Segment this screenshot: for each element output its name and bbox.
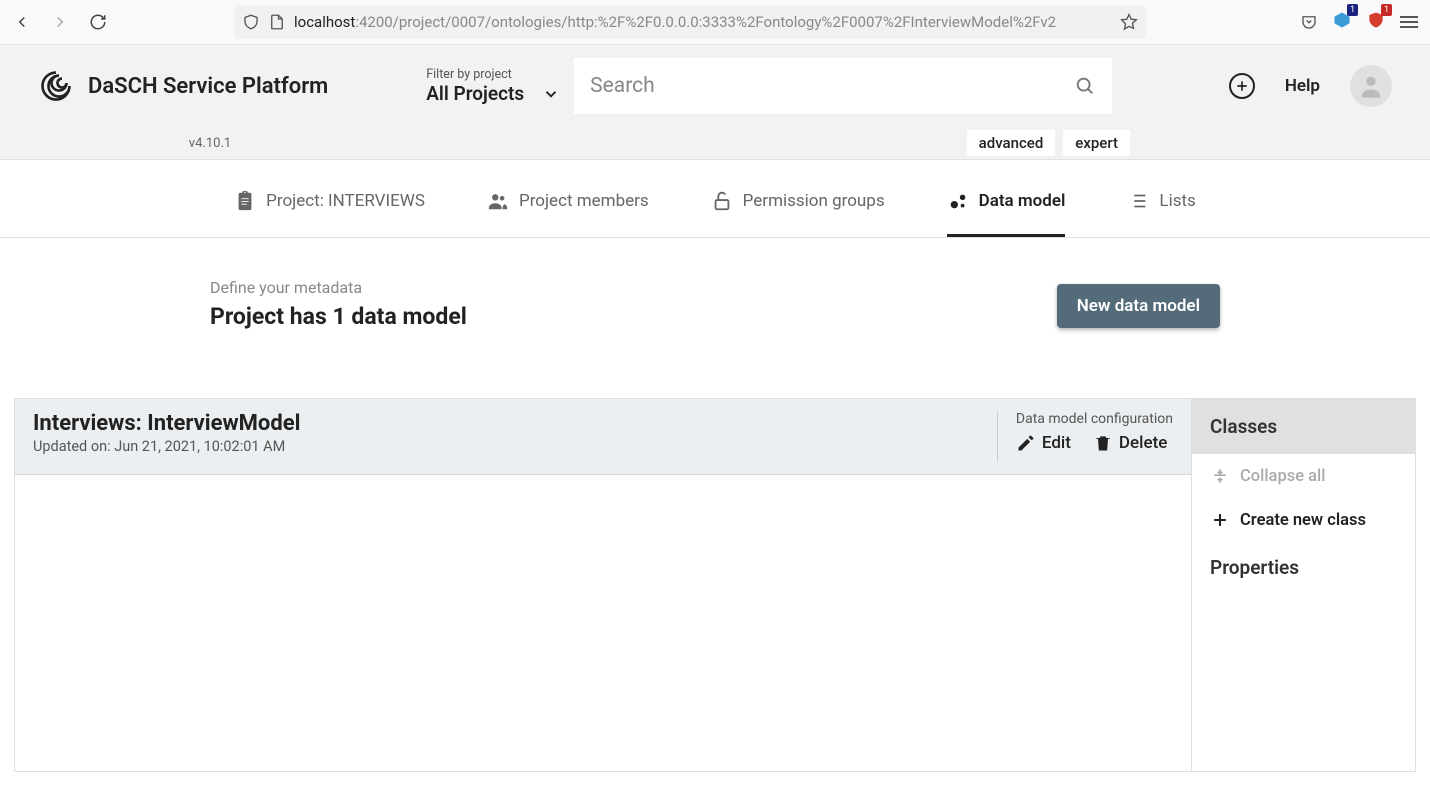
model-config-label: Data model configuration: [1016, 411, 1173, 427]
project-filter[interactable]: Filter by project All Projects: [426, 67, 560, 105]
plus-icon: [1234, 78, 1250, 94]
trash-icon: [1093, 433, 1113, 453]
app-title: DaSCH Service Platform: [88, 74, 328, 99]
delete-button[interactable]: Delete: [1093, 433, 1167, 453]
hamburger-menu-icon[interactable]: [1400, 16, 1418, 28]
meta-subtitle: Define your metadata: [210, 278, 467, 297]
reload-button[interactable]: [88, 12, 108, 32]
extension-1-icon[interactable]: 1: [1332, 10, 1352, 34]
meta-title: Project has 1 data model: [210, 303, 467, 330]
filter-label: Filter by project: [426, 67, 560, 82]
back-button[interactable]: [12, 12, 32, 32]
tab-data-model-label: Data model: [979, 191, 1066, 211]
plus-icon: [1210, 510, 1230, 530]
search-input[interactable]: [590, 74, 1074, 98]
edit-button[interactable]: Edit: [1016, 433, 1071, 453]
advanced-mode-button[interactable]: advanced: [967, 130, 1056, 156]
url-path: :4200/project/0007/ontologies/http:%2F%2…: [355, 13, 1056, 31]
tab-permissions[interactable]: Permission groups: [711, 164, 885, 237]
app-header: DaSCH Service Platform Filter by project…: [0, 45, 1430, 160]
url-bar[interactable]: localhost:4200/project/0007/ontologies/h…: [234, 5, 1146, 39]
avatar[interactable]: [1350, 65, 1392, 107]
model-main: Interviews: InterviewModel Updated on: J…: [15, 399, 1191, 771]
model-title: Interviews: InterviewModel: [33, 411, 300, 436]
tab-members[interactable]: Project members: [487, 164, 649, 237]
meta-header: Define your metadata Project has 1 data …: [0, 238, 1430, 330]
chevron-down-icon: [542, 85, 560, 103]
new-data-model-button[interactable]: New data model: [1057, 284, 1220, 328]
classes-section-header: Classes: [1192, 399, 1415, 454]
help-link[interactable]: Help: [1285, 76, 1320, 96]
model-updated: Updated on: Jun 21, 2021, 10:02:01 AM: [33, 436, 300, 455]
app-logo[interactable]: DaSCH Service Platform: [38, 68, 328, 104]
model-panel: Interviews: InterviewModel Updated on: J…: [14, 398, 1416, 772]
clipboard-icon: [234, 190, 256, 212]
tab-data-model[interactable]: Data model: [947, 164, 1066, 237]
model-sidebar: Classes Collapse all Create new class Pr…: [1191, 399, 1415, 771]
tab-project-label: Project: INTERVIEWS: [266, 191, 425, 211]
model-header: Interviews: InterviewModel Updated on: J…: [15, 399, 1191, 475]
page-icon: [268, 13, 286, 31]
list-icon: [1127, 190, 1149, 212]
search-icon: [1074, 75, 1096, 97]
url-host: localhost: [294, 13, 355, 31]
expert-mode-button[interactable]: expert: [1063, 130, 1130, 156]
pocket-icon[interactable]: [1300, 13, 1318, 31]
version-label: v4.10.1: [0, 136, 350, 151]
browser-toolbar: localhost:4200/project/0007/ontologies/h…: [0, 0, 1430, 45]
filter-value: All Projects: [426, 82, 524, 105]
star-icon[interactable]: [1120, 13, 1138, 31]
tab-lists-label: Lists: [1159, 191, 1195, 211]
extension-1-badge: 1: [1347, 4, 1358, 16]
create-class-label: Create new class: [1240, 511, 1366, 530]
tab-lists[interactable]: Lists: [1127, 164, 1195, 237]
forward-button[interactable]: [50, 12, 70, 32]
user-icon: [1357, 72, 1385, 100]
create-class-button[interactable]: Create new class: [1192, 498, 1415, 542]
lock-open-icon: [711, 190, 733, 212]
tab-project[interactable]: Project: INTERVIEWS: [234, 164, 425, 237]
search-box[interactable]: [574, 58, 1112, 114]
extension-2-icon[interactable]: 1: [1366, 10, 1386, 34]
tab-permissions-label: Permission groups: [743, 191, 885, 211]
spiral-icon: [38, 68, 74, 104]
extension-2-badge: 1: [1381, 4, 1392, 16]
people-icon: [487, 190, 509, 212]
project-tabs: Project: INTERVIEWS Project members Perm…: [0, 160, 1430, 238]
shield-icon: [242, 13, 260, 31]
add-button[interactable]: [1229, 73, 1255, 99]
collapse-all-button[interactable]: Collapse all: [1192, 454, 1415, 498]
collapse-label: Collapse all: [1240, 467, 1325, 486]
pencil-icon: [1016, 433, 1036, 453]
tab-members-label: Project members: [519, 191, 649, 211]
collapse-icon: [1210, 466, 1230, 486]
delete-label: Delete: [1119, 433, 1167, 453]
browser-right-icons: 1 1: [1300, 10, 1418, 34]
properties-section-header: Properties: [1192, 542, 1415, 593]
bubble-chart-icon: [947, 190, 969, 212]
edit-label: Edit: [1042, 433, 1071, 453]
